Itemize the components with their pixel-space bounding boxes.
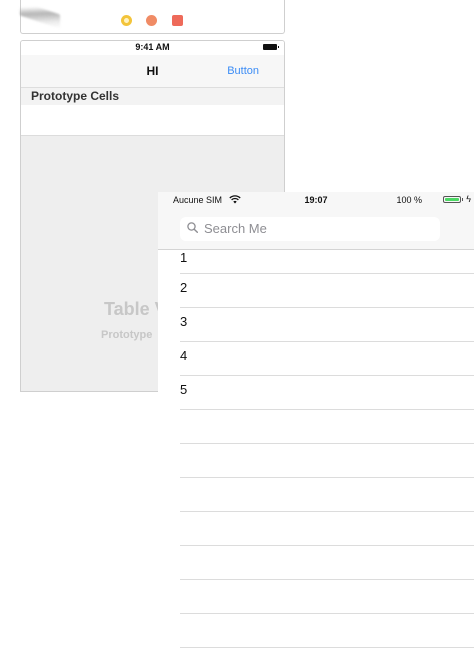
storyboard-navigation-bar: HI Button xyxy=(21,55,284,88)
table-row[interactable] xyxy=(158,580,474,614)
table-row[interactable]: 3 xyxy=(158,308,474,342)
search-field[interactable] xyxy=(180,217,440,241)
table-row[interactable] xyxy=(158,478,474,512)
table-row[interactable] xyxy=(158,410,474,444)
table-row[interactable] xyxy=(158,444,474,478)
table-row-label: 2 xyxy=(180,280,188,295)
battery-cap xyxy=(462,198,463,201)
storyboard-status-bar: 9:41 AM xyxy=(21,41,284,55)
table-row[interactable] xyxy=(158,614,474,648)
battery-icon xyxy=(443,196,461,203)
prototype-cells-label: Prototype Cells xyxy=(31,89,120,103)
search-icon xyxy=(187,222,198,233)
charging-bolt-icon: ϟ xyxy=(466,194,471,204)
first-responder-icon[interactable] xyxy=(146,15,157,26)
battery-percentage: 100 % xyxy=(396,195,422,205)
battery-level-fill xyxy=(445,198,459,201)
table-view-placeholder-subtitle: Prototype xyxy=(101,329,153,341)
table-row-label: 4 xyxy=(180,348,188,363)
prototype-cells-header: Prototype Cells xyxy=(21,88,284,105)
simulator-screen: Aucune SIM 19:07 100 % ϟ 1 2 3 4 5 xyxy=(158,192,474,665)
table-row[interactable] xyxy=(158,546,474,580)
prototype-cell[interactable] xyxy=(21,105,284,136)
search-input[interactable] xyxy=(204,221,424,236)
table-row-label: 1 xyxy=(180,250,188,265)
navigation-bar-button[interactable]: Button xyxy=(227,65,259,77)
battery-icon xyxy=(263,44,279,50)
table-row[interactable]: 4 xyxy=(158,342,474,376)
status-bar: Aucune SIM 19:07 100 % ϟ xyxy=(158,192,474,209)
table-row[interactable]: 5 xyxy=(158,376,474,410)
view-controller-icon[interactable] xyxy=(121,15,132,26)
table-row[interactable]: 1 xyxy=(158,250,474,274)
table-row[interactable] xyxy=(158,512,474,546)
status-time: 19:07 xyxy=(304,195,328,205)
table-row-label: 5 xyxy=(180,382,188,397)
search-bar xyxy=(158,209,474,250)
storyboard-status-time: 9:41 AM xyxy=(135,42,170,52)
exit-icon[interactable] xyxy=(172,15,183,26)
table-view[interactable]: 1 2 3 4 5 xyxy=(158,250,474,648)
table-row-label: 3 xyxy=(180,314,188,329)
table-row[interactable]: 2 xyxy=(158,274,474,308)
